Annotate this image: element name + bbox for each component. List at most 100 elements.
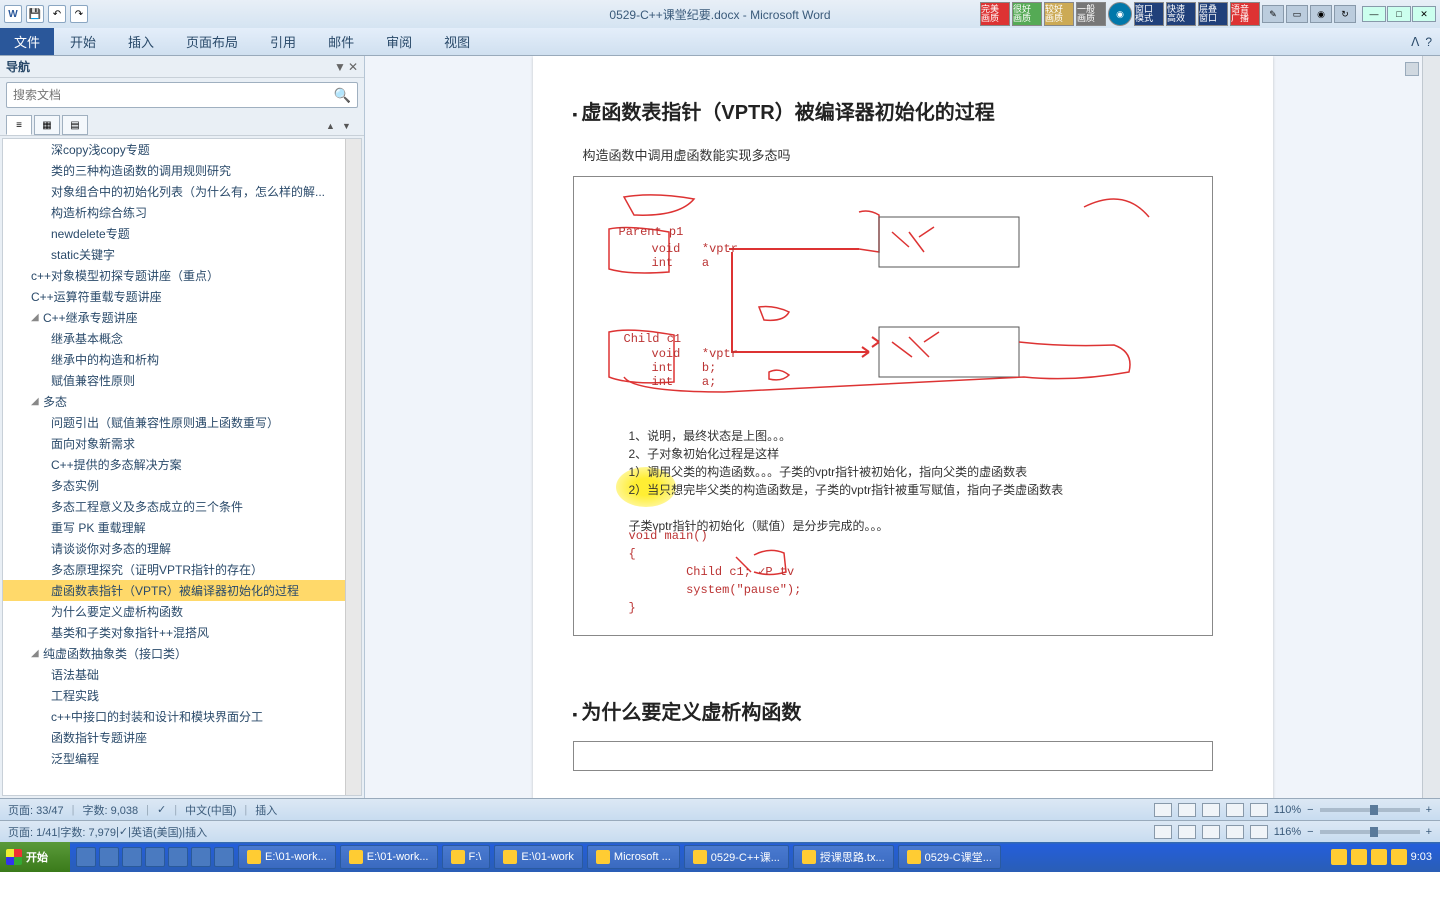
tray-icon-4[interactable]	[1391, 849, 1407, 865]
tray-icon-1[interactable]	[1331, 849, 1347, 865]
ruler-icon[interactable]	[1405, 62, 1419, 76]
document-scroll[interactable]: 虚函数表指针（VPTR）被编译器初始化的过程 构造函数中调用虚函数能实现多态吗	[365, 56, 1440, 798]
taskbar-task[interactable]: E:\01-work...	[340, 845, 438, 869]
nav-item[interactable]: newdelete专题	[3, 223, 361, 244]
zoom2-out-icon[interactable]: −	[1307, 826, 1313, 838]
fast-efficient[interactable]: 快速 高效	[1166, 2, 1196, 26]
quicklaunch-6[interactable]	[191, 847, 211, 867]
quality-normal[interactable]: 一般 画质	[1076, 2, 1106, 26]
nav-search-box[interactable]: 🔍	[6, 82, 358, 108]
capture-icon[interactable]: ◉	[1310, 5, 1332, 23]
quality-good[interactable]: 很好 画质	[1012, 2, 1042, 26]
status2-lang[interactable]: 英语(美国)	[131, 824, 182, 840]
tray-icon-2[interactable]	[1351, 849, 1367, 865]
globe-icon[interactable]: ◉	[1108, 2, 1132, 26]
quicklaunch-3[interactable]	[122, 847, 142, 867]
minimize-button[interactable]: —	[1362, 6, 1386, 22]
nav-item[interactable]: 面向对象新需求	[3, 433, 361, 454]
view-web-icon[interactable]	[1202, 803, 1220, 817]
status2-words[interactable]: 字数: 7,979	[60, 824, 116, 840]
search-icon[interactable]: 🔍	[334, 87, 351, 104]
tab-references[interactable]: 引用	[254, 28, 312, 55]
nav-item[interactable]: C++运算符重载专题讲座	[3, 286, 361, 307]
taskbar-task[interactable]: 0529-C课堂...	[898, 845, 1001, 869]
nav-item[interactable]: 重写 PK 重载理解	[3, 517, 361, 538]
nav-item[interactable]: 基类和子类对象指针++混搭风	[3, 622, 361, 643]
zoom-out-icon[interactable]: −	[1307, 804, 1313, 816]
nav-item[interactable]: 类的三种构造函数的调用规则研究	[3, 160, 361, 181]
nav-item[interactable]: 问题引出（赋值兼容性原则遇上函数重写）	[3, 412, 361, 433]
nav-item[interactable]: 为什么要定义虚析构函数	[3, 601, 361, 622]
status2-mode[interactable]: 插入	[185, 824, 207, 840]
quicklaunch-5[interactable]	[168, 847, 188, 867]
view2-fullscreen-icon[interactable]	[1178, 825, 1196, 839]
nav-item[interactable]: 对象组合中的初始化列表（为什么有，怎么样的解...	[3, 181, 361, 202]
nav-item[interactable]: 多态工程意义及多态成立的三个条件	[3, 496, 361, 517]
nav-item[interactable]: c++中接口的封装和设计和模块界面分工	[3, 706, 361, 727]
nav-tab-results[interactable]: ▤	[62, 115, 88, 135]
tab-mailings[interactable]: 邮件	[312, 28, 370, 55]
search-input[interactable]	[13, 88, 334, 102]
nav-item[interactable]: 虚函数表指针（VPTR）被编译器初始化的过程	[3, 580, 361, 601]
cascade-windows[interactable]: 层叠 窗口	[1198, 2, 1228, 26]
maximize-button[interactable]: □	[1387, 6, 1411, 22]
view-print-icon[interactable]	[1154, 803, 1172, 817]
nav-tab-headings[interactable]: ≡	[6, 115, 32, 135]
nav-item[interactable]: c++对象模型初探专题讲座（重点）	[3, 265, 361, 286]
status-proof-icon[interactable]: ✓	[157, 803, 166, 816]
ribbon-help[interactable]: ᐱ?	[1411, 28, 1440, 55]
taskbar-task[interactable]: E:\01-work	[494, 845, 583, 869]
taskbar-task[interactable]: 授课思路.tx...	[793, 845, 894, 869]
nav-item[interactable]: 工程实践	[3, 685, 361, 706]
quicklaunch-2[interactable]	[99, 847, 119, 867]
view2-draft-icon[interactable]	[1250, 825, 1268, 839]
nav-item[interactable]: ◢C++继承专题讲座	[3, 307, 361, 328]
nav-dropdown-icon[interactable]: ▼	[334, 60, 346, 74]
taskbar-task[interactable]: Microsoft ...	[587, 845, 680, 869]
nav-item[interactable]: 请谈谈你对多态的理解	[3, 538, 361, 559]
quicklaunch-4[interactable]	[145, 847, 165, 867]
status-page[interactable]: 页面: 33/47	[8, 802, 64, 818]
nav-item[interactable]: 多态实例	[3, 475, 361, 496]
help-icon[interactable]: ?	[1425, 35, 1432, 49]
voice-broadcast[interactable]: 语音 广播	[1230, 2, 1260, 26]
tab-page-layout[interactable]: 页面布局	[170, 28, 254, 55]
nav-item[interactable]: 泛型编程	[3, 748, 361, 769]
view-fullscreen-icon[interactable]	[1178, 803, 1196, 817]
zoom-value[interactable]: 110%	[1274, 804, 1301, 816]
nav-item[interactable]: 深copy浅copy专题	[3, 139, 361, 160]
quicklaunch-1[interactable]	[76, 847, 96, 867]
nav-down-icon[interactable]: ▼	[342, 121, 356, 135]
quicklaunch-7[interactable]	[214, 847, 234, 867]
save-icon[interactable]: 💾	[26, 5, 44, 23]
nav-item[interactable]: 赋值兼容性原则	[3, 370, 361, 391]
taskbar-task[interactable]: F:\	[442, 845, 491, 869]
file-tab[interactable]: 文件	[0, 28, 54, 55]
nav-tab-pages[interactable]: ▦	[34, 115, 60, 135]
nav-up-icon[interactable]: ▲	[326, 121, 340, 135]
zoom2-slider[interactable]	[1320, 830, 1420, 834]
taskbar-clock[interactable]: 9:03	[1411, 851, 1432, 863]
refresh-icon[interactable]: ↻	[1334, 5, 1356, 23]
view2-outline-icon[interactable]	[1226, 825, 1244, 839]
tab-insert[interactable]: 插入	[112, 28, 170, 55]
nav-item[interactable]: 语法基础	[3, 664, 361, 685]
window-mode[interactable]: 窗口 模式	[1134, 2, 1164, 26]
zoom-slider[interactable]	[1320, 808, 1420, 812]
view2-web-icon[interactable]	[1202, 825, 1220, 839]
view2-print-icon[interactable]	[1154, 825, 1172, 839]
board-icon[interactable]: ▭	[1286, 5, 1308, 23]
tab-view[interactable]: 视图	[428, 28, 486, 55]
taskbar-task[interactable]: E:\01-work...	[238, 845, 336, 869]
taskbar-task[interactable]: 0529-C++课...	[684, 845, 789, 869]
status-mode[interactable]: 插入	[255, 802, 277, 818]
nav-item[interactable]: ◢多态	[3, 391, 361, 412]
zoom2-value[interactable]: 116%	[1274, 826, 1301, 838]
zoom-in-icon[interactable]: +	[1426, 804, 1432, 816]
status2-proof-icon[interactable]: ✓	[119, 825, 128, 838]
zoom2-in-icon[interactable]: +	[1426, 826, 1432, 838]
nav-item[interactable]: 继承中的构造和析构	[3, 349, 361, 370]
start-button[interactable]: 开始	[0, 842, 70, 872]
view-outline-icon[interactable]	[1226, 803, 1244, 817]
quality-perfect[interactable]: 完美 画质	[980, 2, 1010, 26]
